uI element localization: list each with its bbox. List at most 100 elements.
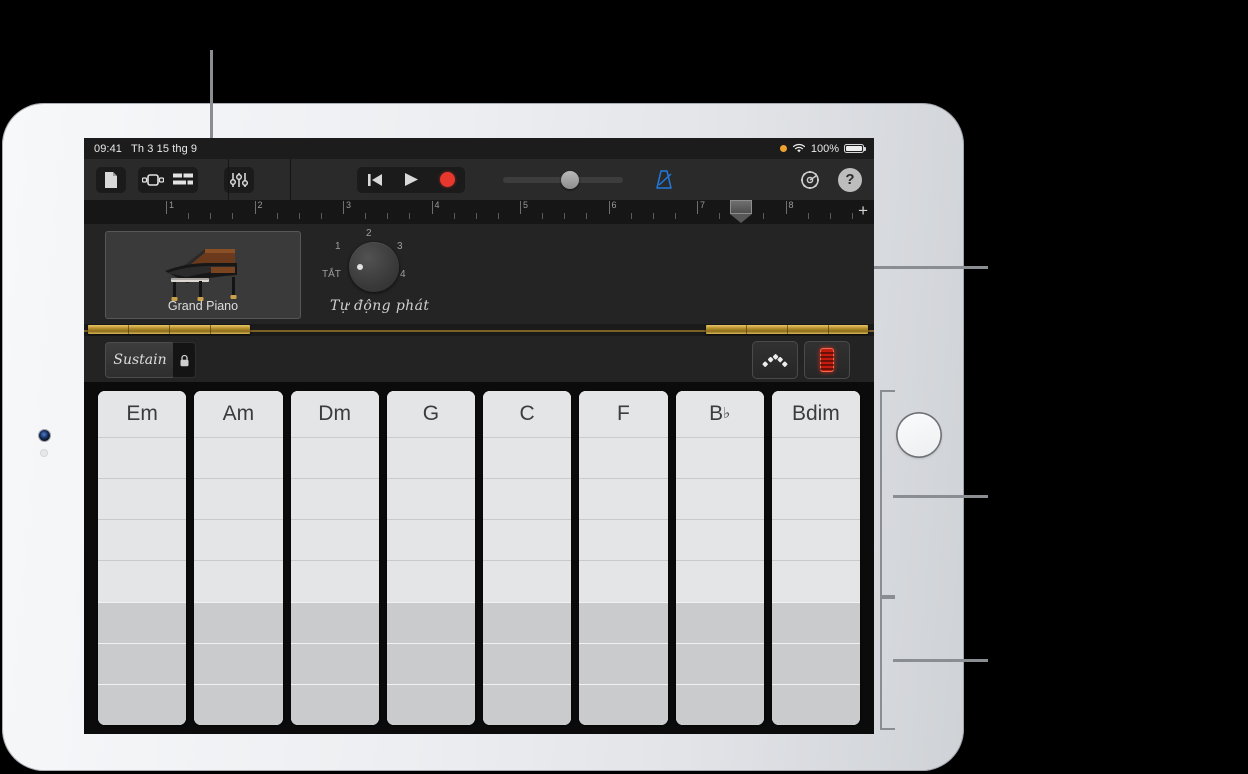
chord-strip-row[interactable] [194, 519, 283, 561]
chord-strip[interactable]: C [483, 391, 572, 725]
glissando-button[interactable] [804, 341, 850, 379]
ruler-tick [232, 213, 234, 219]
chord-strip-row-low[interactable] [483, 601, 572, 643]
chord-strip-row[interactable] [675, 519, 764, 561]
playhead[interactable] [730, 200, 753, 224]
callout-line-chord-upper [893, 495, 988, 498]
record-button[interactable] [429, 167, 465, 193]
view-mode-group [138, 166, 198, 193]
autoplay-pos-1[interactable]: 1 [335, 241, 341, 252]
chord-strip-row[interactable] [483, 560, 572, 602]
chord-strip-row[interactable] [483, 478, 572, 520]
chord-strip-row[interactable] [771, 478, 860, 520]
chord-strip-row-low[interactable] [771, 683, 860, 725]
chord-strip[interactable]: Am [194, 391, 283, 725]
chord-strip-row-low[interactable] [386, 683, 475, 725]
chord-strip[interactable]: G [386, 391, 475, 725]
chord-strip-row-low[interactable] [579, 642, 668, 684]
ruler-tick [763, 213, 765, 219]
chord-strip-row-low[interactable] [579, 601, 668, 643]
chord-strip-row-low[interactable] [290, 601, 379, 643]
chord-strip-row[interactable] [483, 519, 572, 561]
rewind-button[interactable] [357, 167, 393, 193]
tracks-view-button[interactable] [138, 167, 168, 193]
instrument-card[interactable]: Grand Piano [105, 231, 301, 319]
chord-strip-row[interactable] [386, 519, 475, 561]
master-volume-slider[interactable] [503, 170, 623, 189]
autoplay-pos-3[interactable]: 3 [397, 241, 403, 252]
chord-strip-row-low[interactable] [98, 683, 187, 725]
arpeggiator-button[interactable] [752, 341, 798, 379]
battery-percent: 100% [810, 142, 839, 155]
chord-strip-row[interactable] [194, 478, 283, 520]
timeline-ruler[interactable]: 12345678 + [84, 200, 874, 225]
chord-strip[interactable]: F [579, 391, 668, 725]
chord-strip-row-low[interactable] [98, 601, 187, 643]
chord-strip-row-low[interactable] [194, 683, 283, 725]
chord-strip[interactable]: B ♭ [675, 391, 764, 725]
chord-strip-row[interactable] [290, 478, 379, 520]
status-bar-right: 100% [779, 142, 874, 155]
chord-strip[interactable]: Em [98, 391, 187, 725]
chord-strip-row[interactable] [98, 519, 187, 561]
chord-strip-row[interactable] [579, 437, 668, 479]
browser-button[interactable] [96, 166, 126, 193]
play-button[interactable] [393, 167, 429, 193]
autoplay-pos-4[interactable]: 4 [400, 269, 406, 280]
chord-strip-row-low[interactable] [579, 683, 668, 725]
chord-strip-row-low[interactable] [483, 683, 572, 725]
chord-strip-row-low[interactable] [483, 642, 572, 684]
chord-strip-row-low[interactable] [290, 642, 379, 684]
ruler-tick [497, 213, 499, 219]
chord-strip-row[interactable] [290, 519, 379, 561]
chord-strip-row-low[interactable] [386, 642, 475, 684]
home-button[interactable] [896, 412, 942, 458]
chord-strip-row-low[interactable] [771, 642, 860, 684]
chord-strip[interactable]: Dm [290, 391, 379, 725]
chord-strip-row[interactable] [579, 519, 668, 561]
chord-strip-row[interactable] [579, 560, 668, 602]
chord-strip-row[interactable] [771, 519, 860, 561]
chord-strip-row[interactable] [194, 560, 283, 602]
chord-strip-row[interactable] [386, 560, 475, 602]
chord-strip-row[interactable] [579, 478, 668, 520]
chord-strip-row-low[interactable] [675, 642, 764, 684]
track-list-button[interactable] [168, 167, 198, 193]
chord-strip-row[interactable] [771, 437, 860, 479]
metronome-button[interactable] [651, 167, 677, 193]
chord-strip-row-low[interactable] [675, 601, 764, 643]
chord-strip-row[interactable] [386, 478, 475, 520]
chord-strip-row[interactable] [98, 560, 187, 602]
ruler-tick [674, 213, 676, 219]
chord-strip-row-low[interactable] [675, 683, 764, 725]
help-button[interactable]: ? [838, 167, 862, 192]
settings-button[interactable] [796, 166, 824, 194]
sustain-button[interactable]: Sustain [105, 342, 175, 378]
chord-strip-row[interactable] [290, 560, 379, 602]
chord-strip-row-low[interactable] [194, 601, 283, 643]
autoplay-off-label[interactable]: TẮT [322, 269, 341, 280]
chord-strip-row-low[interactable] [290, 683, 379, 725]
rewind-icon [368, 173, 382, 186]
chord-strip-row-low[interactable] [194, 642, 283, 684]
chord-strip-row[interactable] [98, 437, 187, 479]
chord-strip-row[interactable] [675, 478, 764, 520]
chord-strip-row[interactable] [675, 560, 764, 602]
chord-strip-row[interactable] [771, 560, 860, 602]
chord-strip-row[interactable] [194, 437, 283, 479]
add-track-button[interactable]: + [858, 202, 868, 220]
orange-dot-icon [779, 145, 787, 152]
chord-strip-row[interactable] [98, 478, 187, 520]
chord-strip[interactable]: Bdim [771, 391, 860, 725]
chord-strip-row[interactable] [483, 437, 572, 479]
chord-strip-row-low[interactable] [386, 601, 475, 643]
chord-strip-row[interactable] [675, 437, 764, 479]
volume-slider-knob[interactable] [561, 170, 579, 189]
chord-strip-row[interactable] [386, 437, 475, 479]
autoplay-pos-2[interactable]: 2 [366, 228, 372, 239]
chord-strip-row-low[interactable] [98, 642, 187, 684]
sustain-lock-button[interactable] [173, 342, 196, 378]
chord-strip-row-low[interactable] [771, 601, 860, 643]
chord-strip-row[interactable] [290, 437, 379, 479]
autoplay-knob[interactable] [349, 242, 399, 292]
